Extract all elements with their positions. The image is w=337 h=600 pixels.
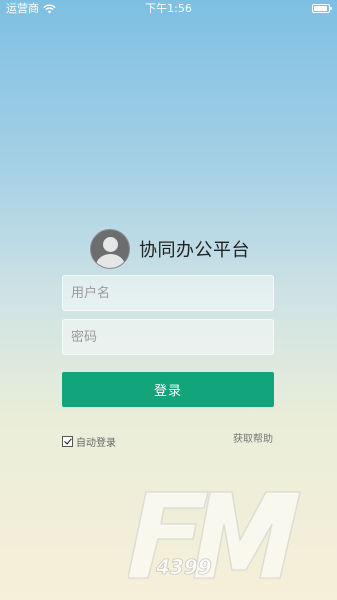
auto-login-checkbox[interactable] bbox=[62, 436, 73, 447]
app-title: 协同办公平台 bbox=[139, 240, 250, 261]
avatar-body-shape bbox=[96, 254, 125, 268]
password-input[interactable] bbox=[62, 319, 274, 355]
auto-login-label: 自动登录 bbox=[76, 438, 116, 449]
status-bar: 运营商 下午1:56 bbox=[0, 0, 337, 18]
battery-icon bbox=[312, 4, 332, 13]
status-time: 下午1:56 bbox=[145, 2, 192, 15]
avatar-head-shape bbox=[103, 237, 118, 252]
watermark-small-text: 4399 bbox=[155, 555, 212, 579]
login-button[interactable]: 登录 bbox=[62, 372, 274, 407]
login-header: 协同办公平台 bbox=[90, 228, 250, 270]
fm4399-watermark: 4399 bbox=[128, 491, 301, 579]
username-input[interactable] bbox=[62, 275, 274, 311]
battery-fill bbox=[314, 6, 327, 11]
help-link[interactable]: 获取帮助 bbox=[233, 434, 273, 446]
auto-login-toggle[interactable]: 自动登录 bbox=[62, 434, 116, 449]
avatar bbox=[90, 229, 130, 269]
